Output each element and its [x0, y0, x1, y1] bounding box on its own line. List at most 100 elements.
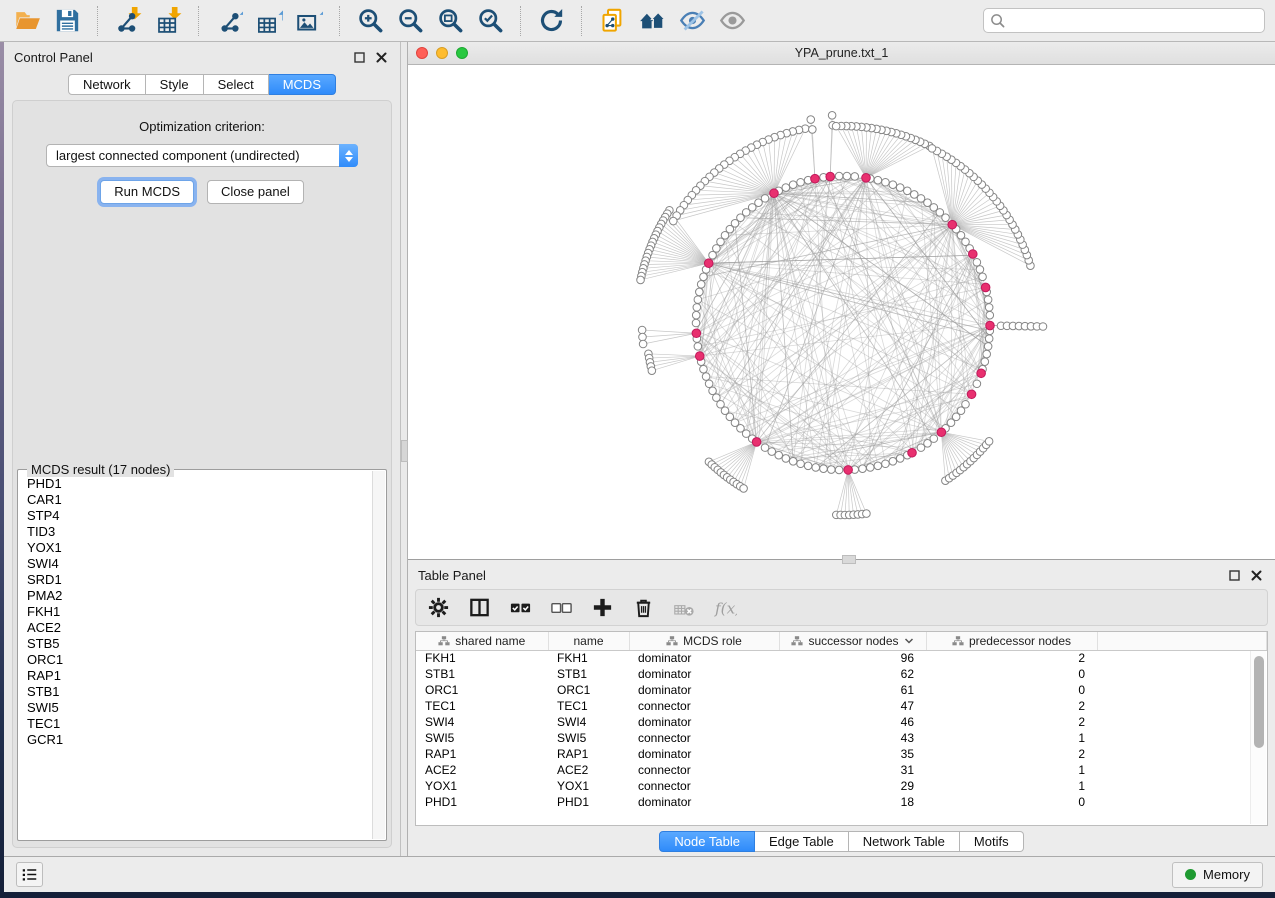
select-all-checked-icon[interactable] — [508, 596, 532, 620]
column-header-name[interactable]: name — [548, 632, 629, 650]
save-icon[interactable] — [50, 4, 84, 38]
mcds-result-item[interactable]: ACE2 — [27, 620, 372, 636]
graph-mcds-hub-node[interactable] — [981, 283, 990, 292]
mcds-result-item[interactable]: TID3 — [27, 524, 372, 540]
zoom-in-icon[interactable] — [353, 4, 387, 38]
graph-mcds-hub-node[interactable] — [704, 259, 713, 268]
column-header-MCDS-role[interactable]: MCDS role — [629, 632, 779, 650]
run-mcds-button[interactable]: Run MCDS — [100, 180, 194, 204]
graph-mcds-hub-node[interactable] — [862, 174, 871, 183]
close-panel-icon[interactable] — [372, 49, 390, 65]
home-icon[interactable] — [635, 4, 669, 38]
mcds-result-item[interactable]: SWI5 — [27, 700, 372, 716]
graph-mcds-hub-node[interactable] — [908, 448, 917, 457]
mcds-result-item[interactable]: TEC1 — [27, 716, 372, 732]
table-row[interactable]: RAP1RAP1dominator352 — [416, 746, 1267, 762]
graph-ring-node — [843, 172, 851, 180]
tab-select[interactable]: Select — [204, 74, 269, 95]
float-table-panel-icon[interactable] — [1225, 567, 1243, 583]
zoom-selected-icon[interactable] — [473, 4, 507, 38]
refresh-icon[interactable] — [534, 4, 568, 38]
mcds-result-item[interactable]: PHD1 — [27, 476, 372, 492]
optimization-criterion-select[interactable]: largest connected component (undirected) — [46, 144, 358, 167]
network-canvas[interactable] — [408, 65, 1275, 559]
tab-network[interactable]: Network — [68, 74, 146, 95]
panel-splitter[interactable] — [400, 42, 408, 856]
graph-leaf-node — [832, 122, 840, 130]
mcds-result-title: MCDS result (17 nodes) — [27, 462, 174, 477]
mcds-result-item[interactable]: PMA2 — [27, 588, 372, 604]
column-header-successor-nodes[interactable]: successor nodes — [779, 632, 926, 650]
table-row[interactable]: SWI5SWI5connector431 — [416, 730, 1267, 746]
open-icon[interactable] — [10, 4, 44, 38]
tab-network-table[interactable]: Network Table — [849, 831, 960, 852]
mcds-result-item[interactable]: RAP1 — [27, 668, 372, 684]
tab-node-table[interactable]: Node Table — [659, 831, 755, 852]
tab-mcds[interactable]: MCDS — [269, 74, 336, 95]
float-panel-icon[interactable] — [350, 49, 368, 65]
export-network-icon[interactable] — [212, 4, 246, 38]
graph-mcds-hub-node[interactable] — [948, 220, 957, 229]
import-network-icon[interactable] — [111, 4, 145, 38]
table-row[interactable]: ACE2ACE2connector311 — [416, 762, 1267, 778]
tab-edge-table[interactable]: Edge Table — [755, 831, 849, 852]
mcds-result-item[interactable]: FKH1 — [27, 604, 372, 620]
table-row[interactable]: YOX1YOX1connector291 — [416, 778, 1267, 794]
column-header-predecessor-nodes[interactable]: predecessor nodes — [926, 632, 1097, 650]
table-row[interactable]: TEC1TEC1connector472 — [416, 698, 1267, 714]
mcds-result-item[interactable]: CAR1 — [27, 492, 372, 508]
plus-icon[interactable] — [590, 596, 614, 620]
table-row[interactable]: STB1STB1dominator620 — [416, 666, 1267, 682]
mcds-list-scrollbar[interactable] — [372, 471, 385, 839]
graph-mcds-hub-node[interactable] — [692, 329, 701, 338]
mcds-result-item[interactable]: GCR1 — [27, 732, 372, 748]
memory-button[interactable]: Memory — [1172, 862, 1263, 888]
tab-style[interactable]: Style — [146, 74, 204, 95]
graph-mcds-hub-node[interactable] — [937, 428, 946, 437]
criterion-value: largest connected component (undirected) — [47, 148, 339, 163]
mcds-result-item[interactable]: STP4 — [27, 508, 372, 524]
graph-mcds-hub-node[interactable] — [977, 369, 986, 378]
import-table-icon[interactable] — [151, 4, 185, 38]
table-row[interactable]: SWI4SWI4dominator462 — [416, 714, 1267, 730]
table-row[interactable]: PHD1PHD1dominator180 — [416, 794, 1267, 810]
export-image-icon[interactable] — [292, 4, 326, 38]
close-panel-button[interactable]: Close panel — [207, 180, 304, 204]
close-table-panel-icon[interactable] — [1247, 567, 1265, 583]
table-scrollbar[interactable] — [1250, 651, 1266, 824]
graph-mcds-hub-node[interactable] — [752, 438, 761, 447]
graph-mcds-hub-node[interactable] — [826, 172, 835, 181]
export-table-icon[interactable] — [252, 4, 286, 38]
graph-mcds-hub-node[interactable] — [695, 352, 704, 361]
search-input[interactable] — [983, 8, 1265, 33]
table-row[interactable]: ORC1ORC1dominator610 — [416, 682, 1267, 698]
mcds-result-item[interactable]: ORC1 — [27, 652, 372, 668]
splitter-grip[interactable] — [401, 440, 408, 462]
mcds-result-item[interactable]: STB1 — [27, 684, 372, 700]
task-history-button[interactable] — [16, 862, 43, 887]
zoom-out-icon[interactable] — [393, 4, 427, 38]
graph-mcds-hub-node[interactable] — [811, 174, 820, 183]
mcds-result-item[interactable]: YOX1 — [27, 540, 372, 556]
table-scrollbar-thumb[interactable] — [1254, 656, 1264, 748]
mcds-result-list[interactable]: PHD1CAR1STP4TID3YOX1SWI4SRD1PMA2FKH1ACE2… — [18, 470, 372, 840]
zoom-fit-icon[interactable] — [433, 4, 467, 38]
tab-motifs[interactable]: Motifs — [960, 831, 1024, 852]
mcds-result-item[interactable]: STB5 — [27, 636, 372, 652]
graph-mcds-hub-node[interactable] — [968, 250, 977, 259]
mcds-result-item[interactable]: SRD1 — [27, 572, 372, 588]
horizontal-splitter-grip[interactable] — [842, 555, 856, 564]
hide-selected-eye-icon[interactable] — [675, 4, 709, 38]
table-row[interactable]: FKH1FKH1dominator962 — [416, 650, 1267, 666]
column-header-shared-name[interactable]: shared name — [416, 632, 548, 650]
graph-mcds-hub-node[interactable] — [986, 321, 995, 330]
trash-icon[interactable] — [631, 596, 655, 620]
split-columns-icon[interactable] — [467, 596, 491, 620]
graph-mcds-hub-node[interactable] — [967, 390, 976, 399]
graph-mcds-hub-node[interactable] — [770, 189, 779, 198]
graph-mcds-hub-node[interactable] — [844, 466, 853, 475]
gear-icon[interactable] — [426, 596, 450, 620]
unselect-all-icon[interactable] — [549, 596, 573, 620]
mcds-result-item[interactable]: SWI4 — [27, 556, 372, 572]
duplicate-network-icon[interactable] — [595, 4, 629, 38]
